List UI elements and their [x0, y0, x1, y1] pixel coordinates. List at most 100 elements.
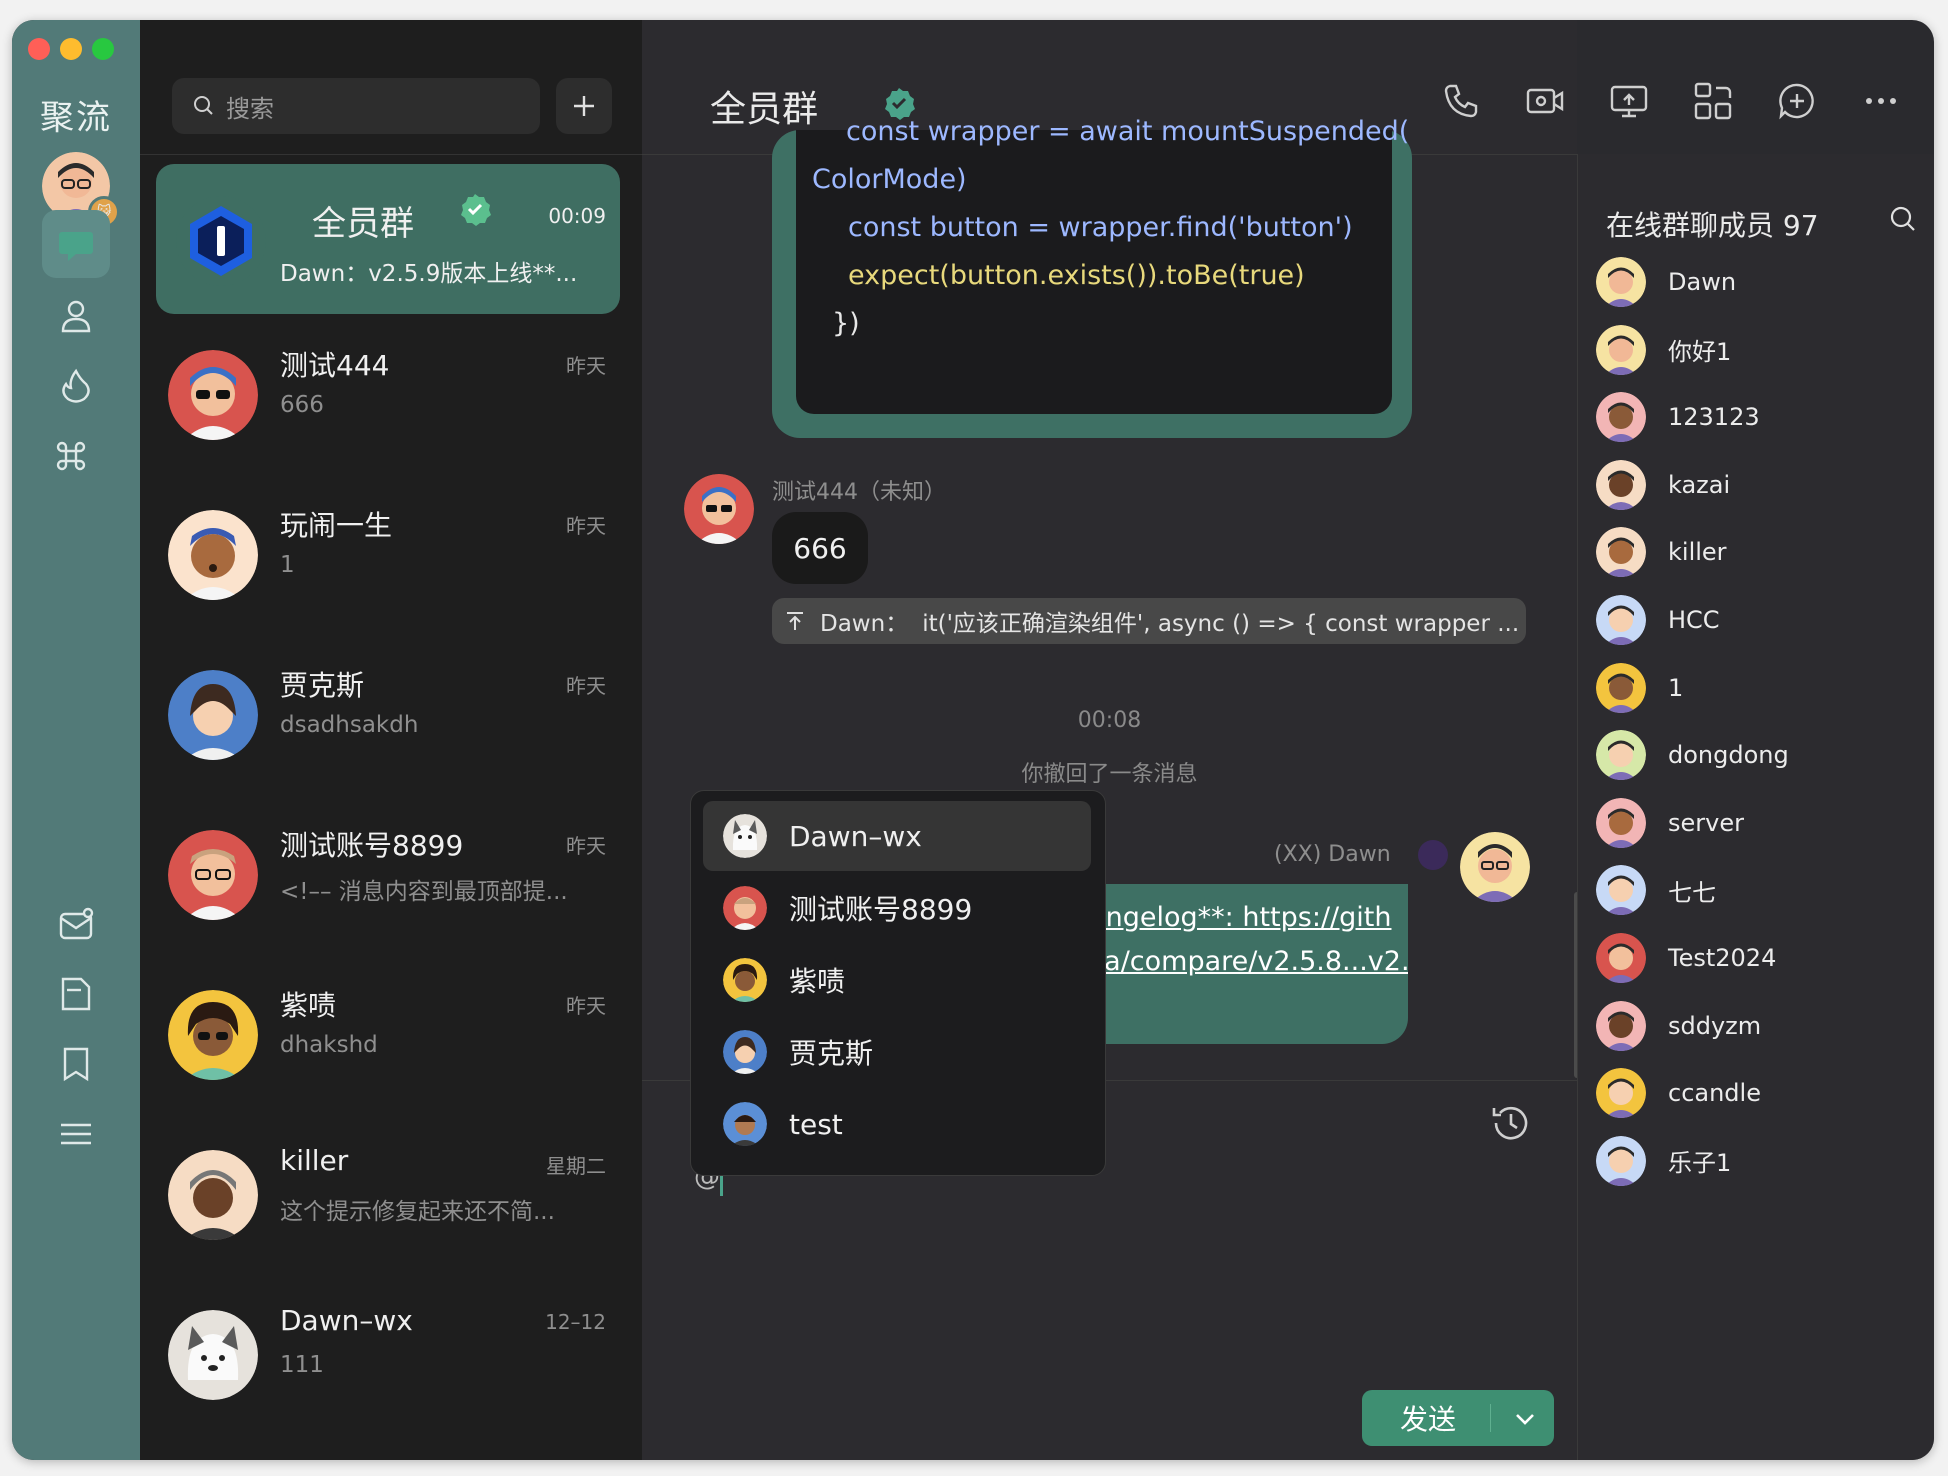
- avatar: [168, 1150, 258, 1240]
- member-name: 你好1: [1668, 338, 1732, 367]
- sender-avatar[interactable]: [684, 474, 754, 544]
- conversation-preview: 111: [280, 1352, 324, 1378]
- avatar: [168, 670, 258, 760]
- member-item[interactable]: kazai: [1596, 451, 1926, 519]
- conversation-item[interactable]: 贾克斯 昨天 dsadhsakdh: [156, 640, 620, 790]
- add-button[interactable]: [556, 78, 612, 134]
- quoted-reply[interactable]: Dawn： it('应该正确渲染组件', async () => { const…: [772, 598, 1526, 644]
- remote-control-icon[interactable]: [1692, 80, 1734, 122]
- avatar: [1596, 1135, 1646, 1186]
- minimize-window-button[interactable]: [60, 38, 82, 60]
- member-item[interactable]: Dawn: [1596, 248, 1926, 316]
- my-message-bubble[interactable]: hangelog**: https://gith uLa/compare/v2.…: [1072, 884, 1408, 1044]
- my-avatar[interactable]: [1460, 832, 1530, 902]
- conversation-preview: dsadhsakdh: [280, 712, 419, 738]
- send-label: 发送: [1400, 1403, 1457, 1436]
- verified-icon: [885, 88, 915, 120]
- avatar: [1596, 933, 1646, 983]
- conversation-list: 搜索 全员群 00:09 Dawn：v2.5.9版本上线**... 测试444 …: [140, 20, 642, 1460]
- conversation-item[interactable]: 紫啧 昨天 dhakshd: [156, 960, 620, 1110]
- close-window-button[interactable]: [28, 38, 50, 60]
- member-item[interactable]: Test2024: [1596, 924, 1926, 992]
- code-message-bubble[interactable]: const wrapper = await mountSuspended( Co…: [772, 116, 1412, 438]
- chevron-down-icon[interactable]: [1512, 1406, 1538, 1432]
- video-icon[interactable]: [1524, 80, 1566, 122]
- plus-icon: [574, 96, 594, 116]
- conversation-item[interactable]: Dawn–wx 12–12 111: [156, 1280, 620, 1430]
- member-item[interactable]: sddyzm: [1596, 992, 1926, 1060]
- conversation-name: killer: [280, 1144, 349, 1177]
- conversation-preview: dhakshd: [280, 1032, 378, 1058]
- rail-messages[interactable]: [42, 210, 110, 278]
- window-controls: [28, 38, 114, 60]
- add-chat-icon[interactable]: [1776, 80, 1818, 122]
- level-badge-icon: [1418, 840, 1448, 870]
- avatar: [1596, 257, 1646, 307]
- member-item[interactable]: dongdong: [1596, 721, 1926, 789]
- search-box[interactable]: 搜索: [172, 78, 540, 134]
- member-item[interactable]: 你好1: [1596, 316, 1926, 384]
- sender-name: 测试444（未知）: [772, 480, 946, 505]
- conversation-item[interactable]: 测试账号8899 昨天 <!–– 消息内容到最顶部提...: [156, 800, 620, 950]
- member-name: HCC: [1668, 606, 1720, 634]
- folder-icon: [61, 977, 91, 1011]
- member-name: killer: [1668, 538, 1727, 567]
- message-link[interactable]: uLa/compare/v2.5.8...v2.: [1072, 946, 1408, 977]
- rail-plugins[interactable]: [42, 422, 110, 490]
- message-link[interactable]: hangelog**: https://gith: [1072, 902, 1391, 933]
- rail-bookmarks[interactable]: [42, 1030, 110, 1098]
- mention-option[interactable]: Dawn–wx: [703, 801, 1091, 871]
- mention-name: 贾克斯: [789, 1037, 874, 1070]
- conversation-item[interactable]: 测试444 昨天 666: [156, 320, 620, 470]
- phone-icon[interactable]: [1440, 80, 1482, 122]
- mention-option[interactable]: test: [703, 1089, 1091, 1159]
- member-name: server: [1668, 808, 1744, 837]
- conversation-item[interactable]: 玩闹一生 昨天 1: [156, 480, 620, 630]
- mention-option[interactable]: 测试账号8899: [703, 873, 1091, 943]
- member-item[interactable]: killer: [1596, 518, 1926, 586]
- chat-panel: 全员群 const wrapper = await mountSuspended…: [642, 20, 1896, 1460]
- my-sender-name: (XX) Dawn: [1274, 842, 1391, 867]
- avatar: [168, 350, 258, 440]
- search-icon[interactable]: [1888, 204, 1918, 234]
- avatar: [1596, 459, 1646, 510]
- conversation-time: 昨天: [566, 514, 606, 538]
- conversation-time: 昨天: [566, 674, 606, 698]
- verified-icon: [461, 194, 491, 226]
- avatar: [1596, 527, 1646, 578]
- member-item[interactable]: ccandle: [1596, 1059, 1926, 1127]
- member-item[interactable]: server: [1596, 789, 1926, 857]
- member-name: 1: [1668, 673, 1684, 702]
- member-item[interactable]: 1: [1596, 654, 1926, 722]
- send-button[interactable]: 发送: [1362, 1390, 1554, 1446]
- screen-share-icon[interactable]: [1608, 80, 1650, 122]
- member-item[interactable]: 乐子1: [1596, 1127, 1926, 1195]
- timestamp: 00:08: [1077, 708, 1142, 733]
- rail-discover[interactable]: [42, 352, 110, 420]
- mention-option[interactable]: 贾克斯: [703, 1017, 1091, 1087]
- rail-files[interactable]: [42, 960, 110, 1028]
- member-item[interactable]: 123123: [1596, 383, 1926, 451]
- rail-menu[interactable]: [42, 1100, 110, 1168]
- rail-mail[interactable]: [42, 890, 110, 958]
- more-icon[interactable]: [1860, 80, 1902, 122]
- mention-name: 紫啧: [789, 965, 846, 998]
- maximize-window-button[interactable]: [92, 38, 114, 60]
- rail-contacts[interactable]: [42, 282, 110, 350]
- mention-option[interactable]: 紫啧: [703, 945, 1091, 1015]
- member-item[interactable]: HCC: [1596, 586, 1926, 654]
- search-input[interactable]: 搜索: [226, 89, 274, 124]
- avatar: [723, 1030, 767, 1074]
- member-item[interactable]: 七七: [1596, 856, 1926, 924]
- conversation-item-全员群[interactable]: 全员群 00:09 Dawn：v2.5.9版本上线**...: [156, 164, 620, 314]
- conversation-preview: 666: [280, 392, 324, 418]
- avatar: [1596, 392, 1646, 443]
- conversation-time: 昨天: [566, 834, 606, 858]
- conversation-item[interactable]: killer 星期二 这个提示修复起来还不简...: [156, 1120, 620, 1270]
- message-bubble[interactable]: 666: [772, 512, 868, 584]
- history-icon[interactable]: [1488, 1100, 1534, 1146]
- left-rail: 聚流 😺: [12, 20, 140, 1460]
- divider: [140, 154, 642, 155]
- avatar: [168, 1310, 258, 1400]
- avatar: [168, 830, 258, 920]
